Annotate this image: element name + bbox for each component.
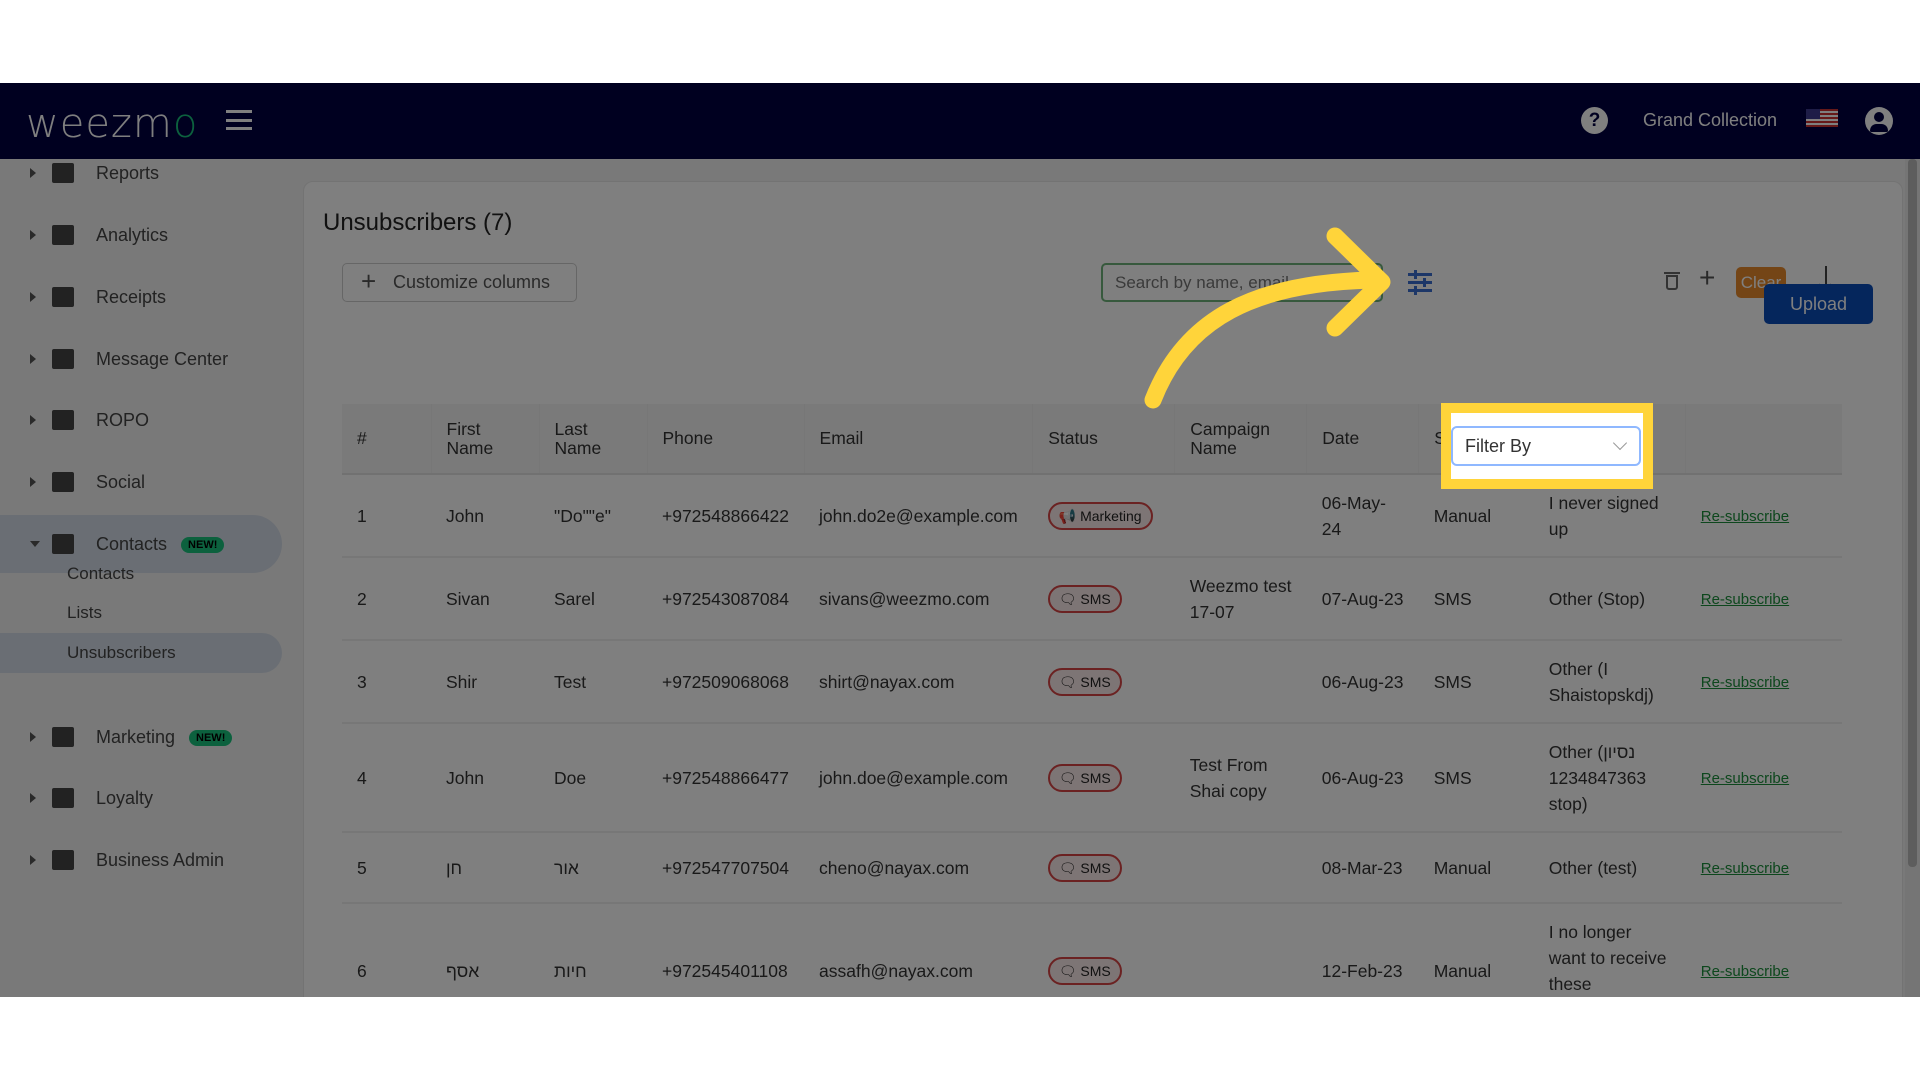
arrow-curve (1144, 271, 1381, 409)
annotation-arrow (1144, 227, 1391, 409)
app: weezmo ? Grand Collection Reports Analyti… (0, 83, 1920, 997)
